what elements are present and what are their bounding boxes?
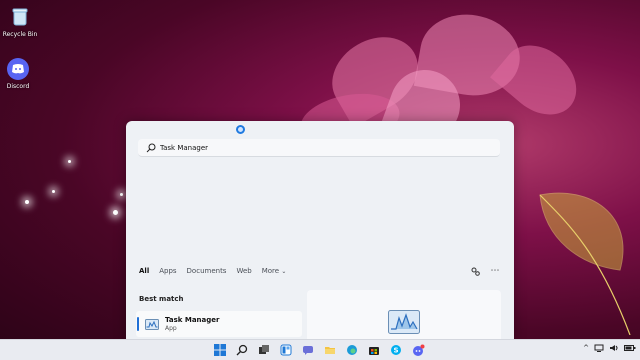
svg-text:S: S bbox=[393, 347, 398, 355]
file-explorer-icon[interactable] bbox=[322, 342, 338, 358]
light-sparkle bbox=[52, 190, 55, 193]
result-name: Task Manager bbox=[165, 316, 220, 324]
light-sparkle bbox=[68, 160, 71, 163]
desktop-icon-recycle-bin[interactable]: Recycle Bin bbox=[0, 6, 40, 38]
task-view-icon[interactable] bbox=[256, 342, 272, 358]
search-box[interactable] bbox=[138, 139, 500, 157]
discord-icon bbox=[7, 58, 29, 80]
result-preview-pane bbox=[307, 290, 501, 339]
taskbar: S ^ bbox=[0, 339, 640, 360]
taskbar-pinned-apps: S bbox=[212, 342, 426, 358]
tab-documents[interactable]: Documents bbox=[187, 267, 227, 277]
filter-tabs: All Apps Documents Web More ⌄ bbox=[139, 267, 286, 277]
light-sparkle bbox=[120, 193, 123, 196]
result-type: App bbox=[165, 325, 177, 332]
selection-indicator bbox=[137, 317, 139, 331]
battery-icon[interactable] bbox=[624, 344, 636, 352]
chevron-up-icon[interactable]: ^ bbox=[583, 344, 589, 352]
more-options-icon[interactable]: ⋯ bbox=[490, 266, 500, 276]
network-icon[interactable] bbox=[594, 344, 604, 352]
account-switch-icon[interactable] bbox=[470, 266, 480, 276]
best-match-result[interactable]: Task Manager App bbox=[136, 311, 302, 337]
tab-more-label: More bbox=[261, 267, 280, 275]
desktop-icon-label: Discord bbox=[6, 83, 30, 90]
best-match-heading: Best match bbox=[139, 295, 184, 303]
tab-actions: ⋯ bbox=[470, 266, 500, 276]
leaf-decoration bbox=[539, 192, 631, 335]
recycle-bin-icon bbox=[9, 6, 31, 28]
store-icon[interactable] bbox=[366, 342, 382, 358]
cortana-icon[interactable] bbox=[236, 125, 245, 134]
tab-apps[interactable]: Apps bbox=[159, 267, 176, 277]
search-panel: All Apps Documents Web More ⌄ ⋯ Best mat… bbox=[126, 121, 514, 339]
task-manager-icon bbox=[145, 318, 159, 330]
skype-icon[interactable]: S bbox=[388, 342, 404, 358]
tab-more[interactable]: More ⌄ bbox=[262, 267, 287, 277]
light-sparkle bbox=[113, 210, 118, 215]
search-icon[interactable] bbox=[234, 342, 250, 358]
search-input[interactable] bbox=[160, 143, 460, 152]
chat-icon[interactable] bbox=[300, 342, 316, 358]
edge-icon[interactable] bbox=[344, 342, 360, 358]
desktop-icon-label: Recycle Bin bbox=[2, 31, 38, 38]
chevron-down-icon: ⌄ bbox=[281, 268, 287, 275]
search-icon bbox=[146, 143, 156, 152]
tab-web[interactable]: Web bbox=[236, 267, 251, 277]
widgets-icon[interactable] bbox=[278, 342, 294, 358]
light-sparkle bbox=[25, 200, 29, 204]
windows-start-icon[interactable] bbox=[212, 342, 228, 358]
desktop-icon-discord[interactable]: Discord bbox=[0, 58, 38, 90]
system-tray: ^ bbox=[583, 344, 636, 352]
task-manager-icon bbox=[388, 310, 420, 334]
volume-icon[interactable] bbox=[609, 344, 619, 352]
tab-all[interactable]: All bbox=[139, 267, 149, 277]
discord-icon[interactable] bbox=[410, 342, 426, 358]
